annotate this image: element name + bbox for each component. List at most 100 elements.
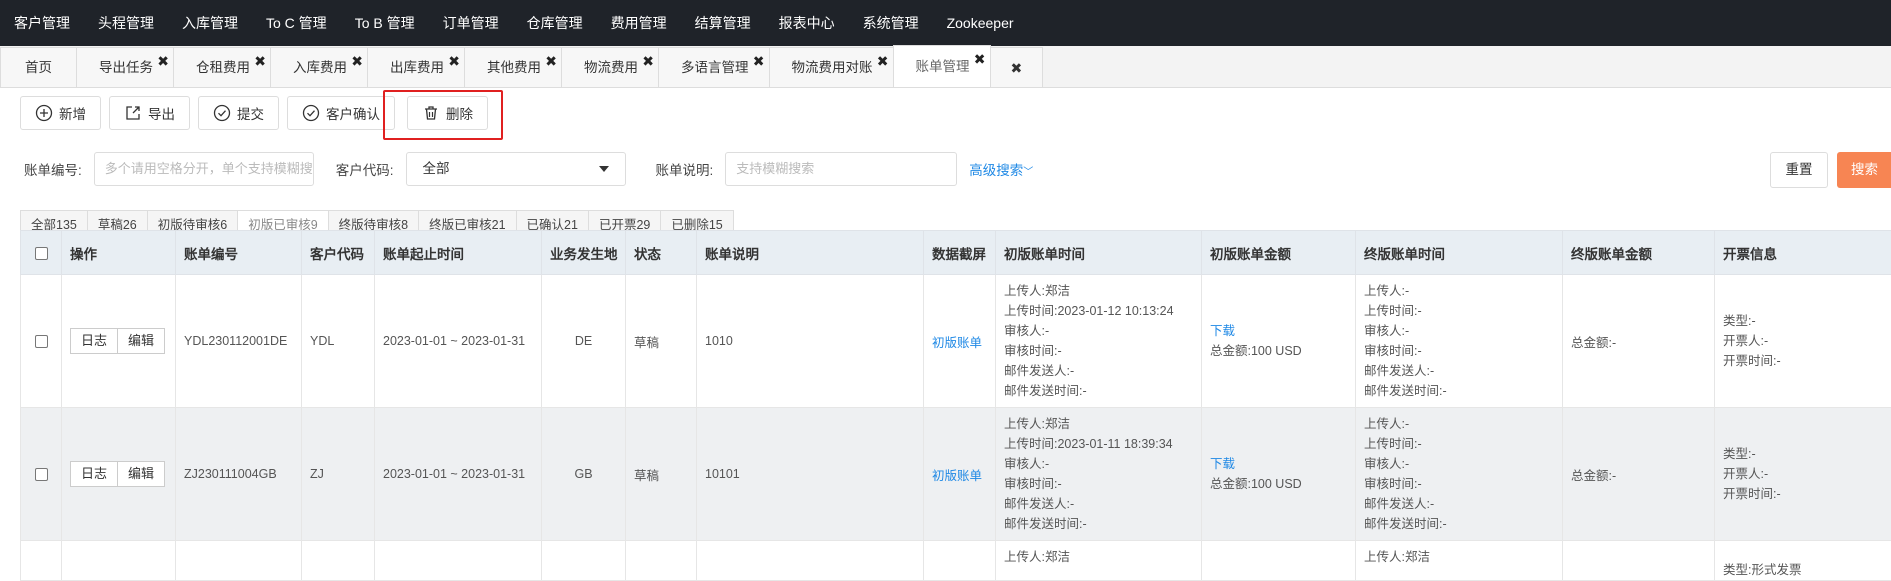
- first-mail-sender: 邮件发送人:-: [1004, 494, 1201, 514]
- ops-cell: 日志编辑: [62, 408, 176, 541]
- row-select-cell: [21, 408, 62, 541]
- customer-code-label: 客户代码:: [336, 159, 394, 179]
- first-upload-time: 上传时间:2023-01-11 18:39:34: [1004, 434, 1201, 454]
- final-time-cell: 上传人:郑洁: [1356, 541, 1563, 581]
- edit-button[interactable]: 编辑: [117, 461, 165, 487]
- final-reviewer: 审核人:-: [1364, 454, 1562, 474]
- nav-toc[interactable]: To C 管理: [252, 0, 341, 46]
- invoice-type: 类型:形式发票: [1723, 560, 1891, 580]
- tab-logistics-fees[interactable]: 物流费用✖: [561, 47, 659, 87]
- customer-cell: ZJ: [302, 408, 375, 541]
- close-icon[interactable]: ✖: [974, 52, 986, 66]
- nav-settlement[interactable]: 结算管理: [681, 0, 765, 46]
- close-icon[interactable]: ✖: [157, 54, 169, 68]
- final-upload-time: 上传时间:-: [1364, 301, 1562, 321]
- log-button[interactable]: 日志: [70, 461, 118, 487]
- advanced-search-link[interactable]: 高级搜索﹀: [969, 159, 1033, 179]
- row-checkbox[interactable]: [35, 335, 48, 348]
- row-checkbox[interactable]: [35, 468, 48, 481]
- close-icon[interactable]: ✖: [254, 54, 266, 68]
- final-uploader: 上传人:-: [1364, 281, 1562, 301]
- col-header: 账单起止时间: [375, 231, 542, 275]
- nav-tob[interactable]: To B 管理: [341, 0, 429, 46]
- close-icon[interactable]: ✖: [642, 54, 654, 68]
- nav-zookeeper[interactable]: Zookeeper: [933, 0, 1028, 46]
- tab-outbound-fees[interactable]: 出库费用✖: [367, 47, 465, 87]
- location-cell: DE: [542, 275, 626, 408]
- first-time-cell: 上传人:郑洁 上传时间:2023-01-11 18:39:34 审核人:- 审核…: [996, 408, 1202, 541]
- nav-customer[interactable]: 客户管理: [6, 0, 84, 46]
- invoice-cell: 类型:- 开票人:- 开票时间:-: [1715, 275, 1891, 408]
- table-header: 操作 账单编号 客户代码 账单起止时间 业务发生地 状态 账单说明 数据截屏 初…: [21, 231, 1891, 275]
- reset-button[interactable]: 重置: [1770, 152, 1828, 188]
- tab-export-tasks[interactable]: 导出任务 ✖: [76, 47, 174, 87]
- tab-home[interactable]: 首页: [0, 47, 77, 87]
- add-label: 新增: [59, 103, 86, 123]
- final-upload-time: 上传时间:-: [1364, 434, 1562, 454]
- tab-logistics-reconcile[interactable]: 物流费用对账✖: [769, 47, 894, 87]
- nav-system[interactable]: 系统管理: [849, 0, 933, 46]
- col-header: 初版账单时间: [996, 231, 1202, 275]
- nav-first-leg[interactable]: 头程管理: [84, 0, 168, 46]
- download-link[interactable]: 下载: [1210, 454, 1355, 474]
- tab-storage-fees[interactable]: 仓租费用✖: [173, 47, 271, 87]
- tab-other-fees[interactable]: 其他费用✖: [464, 47, 562, 87]
- snapshot-cell: [924, 541, 996, 581]
- first-review-time: 审核时间:-: [1004, 474, 1201, 494]
- log-button[interactable]: 日志: [70, 328, 118, 354]
- final-time-cell: 上传人:- 上传时间:- 审核人:- 审核时间:- 邮件发送人:- 邮件发送时间…: [1356, 275, 1563, 408]
- close-icon[interactable]: ✖: [877, 54, 889, 68]
- edit-button[interactable]: 编辑: [117, 328, 165, 354]
- close-icon[interactable]: ✖: [753, 54, 765, 68]
- col-header: 业务发生地: [542, 231, 626, 275]
- advanced-search-label: 高级搜索: [969, 163, 1023, 178]
- nav-reports[interactable]: 报表中心: [765, 0, 849, 46]
- customer-confirm-button[interactable]: 客户确认: [287, 96, 395, 130]
- col-header: 账单编号: [176, 231, 302, 275]
- select-all-checkbox[interactable]: [35, 247, 48, 260]
- first-review-time: 审核时间:-: [1004, 341, 1201, 361]
- toolbar: 新增 导出 提交 客户确认 删除: [0, 88, 1891, 138]
- nav-fees[interactable]: 费用管理: [597, 0, 681, 46]
- tab-inbound-fees[interactable]: 入库费用 ✖: [270, 47, 368, 87]
- nav-warehouse[interactable]: 仓库管理: [513, 0, 597, 46]
- nav-inbound[interactable]: 入库管理: [168, 0, 252, 46]
- bill-desc-input[interactable]: 支持模糊搜索: [725, 152, 957, 186]
- export-button[interactable]: 导出: [109, 96, 190, 130]
- tab-i18n[interactable]: 多语言管理✖: [658, 47, 770, 87]
- row-select-cell: [21, 541, 62, 581]
- nav-orders[interactable]: 订单管理: [429, 0, 513, 46]
- close-icon[interactable]: ✖: [448, 54, 460, 68]
- tab-bill-management[interactable]: 账单管理✖: [893, 45, 991, 87]
- bill-no-input[interactable]: 多个请用空格分开，单个支持模糊搜索: [94, 152, 314, 186]
- first-total-amount: 总金额:100 USD: [1210, 474, 1355, 494]
- first-bill-link[interactable]: 初版账单: [932, 469, 982, 483]
- highlight-box: [383, 90, 503, 140]
- final-mail-sender: 邮件发送人:-: [1364, 494, 1562, 514]
- col-header: 初版账单金额: [1202, 231, 1356, 275]
- first-amount-cell: 下载 总金额:100 USD: [1202, 275, 1356, 408]
- add-button[interactable]: 新增: [20, 96, 101, 130]
- first-uploader: 上传人:郑洁: [1004, 281, 1201, 301]
- first-bill-link[interactable]: 初版账单: [932, 336, 982, 350]
- close-all-tabs-icon[interactable]: ✖: [990, 47, 1044, 87]
- filter-bar: 账单编号: 多个请用空格分开，单个支持模糊搜索 客户代码: 全部 账单说明: 支…: [0, 138, 1891, 200]
- desc-cell: [697, 541, 924, 581]
- tab-label: 首页: [25, 60, 52, 75]
- col-header: 客户代码: [302, 231, 375, 275]
- submit-button[interactable]: 提交: [198, 96, 279, 130]
- first-mail-time: 邮件发送时间:-: [1004, 514, 1201, 534]
- customer-code-select[interactable]: 全部: [406, 152, 626, 186]
- tab-label: 入库费用: [293, 60, 347, 75]
- search-button[interactable]: 搜索: [1837, 152, 1891, 188]
- close-icon[interactable]: ✖: [351, 54, 363, 68]
- first-reviewer: 审核人:-: [1004, 321, 1201, 341]
- desc-cell: 1010: [697, 275, 924, 408]
- first-time-cell: 上传人:郑洁: [996, 541, 1202, 581]
- download-link[interactable]: 下载: [1210, 321, 1355, 341]
- caret-down-icon: [599, 166, 609, 172]
- submit-label: 提交: [237, 103, 264, 123]
- select-all-cell: [21, 231, 62, 275]
- tab-label: 导出任务: [99, 60, 153, 75]
- close-icon[interactable]: ✖: [545, 54, 557, 68]
